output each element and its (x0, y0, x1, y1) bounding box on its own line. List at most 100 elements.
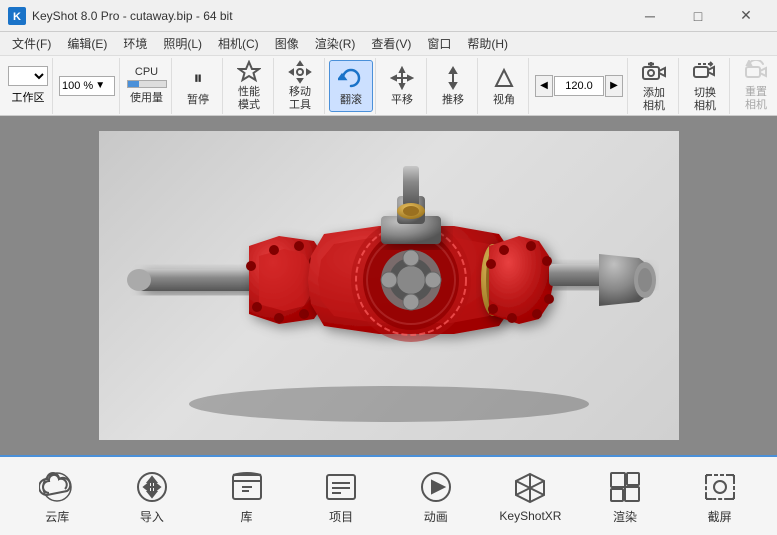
nav-row: ◀ ▶ (535, 75, 623, 97)
workspace-group: 工作区 (4, 58, 53, 114)
maximize-button[interactable]: □ (675, 0, 721, 32)
close-button[interactable]: ✕ (723, 0, 769, 32)
library-label: 库 (241, 508, 253, 525)
viewangle-group: 视角 (480, 58, 529, 114)
pause-group: ⏸ 暂停 (174, 58, 223, 114)
cloud-label: 云库 (45, 508, 69, 525)
dock-render[interactable]: 渲染 (590, 460, 660, 532)
keyshotxr-icon (511, 469, 549, 507)
perf-button[interactable]: 性能 模式 (227, 60, 271, 112)
num-left-button[interactable]: ◀ (535, 75, 553, 97)
resetcam-group: 重置 相机 (732, 58, 777, 114)
viewport[interactable] (99, 131, 679, 440)
menu-lighting[interactable]: 照明(L) (155, 32, 210, 56)
dock-project[interactable]: 项目 (306, 460, 376, 532)
import-label: 导入 (140, 508, 164, 525)
dock-import[interactable]: 导入 (117, 460, 187, 532)
viewangle-label: 视角 (493, 94, 515, 106)
cloud-icon (38, 468, 76, 506)
screenshot-label: 截屏 (708, 508, 732, 525)
dolly-icon (439, 64, 467, 92)
render-icon (606, 468, 644, 506)
bottom-dock: 云库 导入 库 (0, 455, 777, 535)
rotate-button[interactable]: 翻滚 (329, 60, 373, 112)
resetcam-icon (742, 60, 770, 84)
perf-label: 性能 模式 (238, 86, 260, 110)
dock-animation[interactable]: 动画 (401, 460, 471, 532)
pause-icon: ⏸ (184, 64, 212, 92)
switchcam-group: 切换 相机 (681, 58, 730, 114)
pan-button[interactable]: 平移 (380, 60, 424, 112)
switchcam-icon (691, 59, 719, 85)
title-text: KeyShot 8.0 Pro - cutaway.bip - 64 bit (32, 9, 627, 23)
menu-env[interactable]: 环境 (115, 32, 155, 56)
num-right-button[interactable]: ▶ (605, 75, 623, 97)
rotate-label: 翻滚 (340, 94, 362, 106)
main-area (0, 116, 777, 455)
move-group: 移动 工具 (276, 58, 325, 114)
dolly-group: 推移 (429, 58, 478, 114)
pan-icon (388, 64, 416, 92)
resetcam-label: 重置 相机 (745, 86, 767, 110)
move-button[interactable]: 移动 工具 (278, 60, 322, 112)
dolly-label: 推移 (442, 94, 464, 106)
perf-group: 性能 模式 (225, 58, 274, 114)
addcam-icon (640, 59, 668, 85)
resetcam-button[interactable]: 重置 相机 (734, 60, 777, 112)
menu-render[interactable]: 渲染(R) (307, 32, 364, 56)
addcam-label: 添加 相机 (643, 87, 665, 111)
project-icon (322, 468, 360, 506)
toolbar: 工作区 100 % ▼ CPU 使用量 ⏸ 暂停 性能 模式 (0, 56, 777, 116)
percent-input[interactable]: 100 % ▼ (59, 76, 115, 96)
screenshot-icon (701, 468, 739, 506)
switchcam-button[interactable]: 切换 相机 (683, 60, 727, 112)
import-icon (133, 468, 171, 506)
addcam-button[interactable]: 添加 相机 (632, 60, 676, 112)
move-label: 移动 工具 (289, 86, 311, 110)
render-label: 渲染 (613, 508, 637, 525)
pan-label: 平移 (391, 94, 413, 106)
animation-icon (417, 468, 455, 506)
menu-help[interactable]: 帮助(H) (459, 32, 516, 56)
pause-label: 暂停 (187, 94, 209, 106)
viewangle-icon (490, 64, 518, 92)
3d-model (119, 146, 659, 426)
cpu-label: CPU (135, 66, 158, 78)
workspace-label: 工作区 (12, 89, 45, 105)
menu-file[interactable]: 文件(F) (4, 32, 59, 56)
dock-keyshotxr[interactable]: KeyShotXR (495, 460, 565, 532)
minimize-button[interactable]: ─ (627, 0, 673, 32)
percent-dropdown-arrow[interactable]: ▼ (95, 80, 105, 91)
addcam-group: 添加 相机 (630, 58, 679, 114)
rotate-icon (337, 64, 365, 92)
app-logo: K (8, 7, 26, 25)
keyshotxr-label: KeyShotXR (499, 509, 561, 523)
pause-button[interactable]: ⏸ 暂停 (176, 60, 220, 112)
menu-image[interactable]: 图像 (267, 32, 307, 56)
num-input[interactable] (554, 76, 604, 96)
menu-view[interactable]: 查看(V) (363, 32, 419, 56)
menu-camera[interactable]: 相机(C) (210, 32, 267, 56)
dolly-button[interactable]: 推移 (431, 60, 475, 112)
animation-label: 动画 (424, 508, 448, 525)
num-group: ◀ ▶ (531, 58, 628, 114)
dock-library[interactable]: 库 (212, 460, 282, 532)
dock-cloud[interactable]: 云库 (22, 460, 92, 532)
rotate-group: 翻滚 (327, 58, 376, 114)
svg-text:K: K (13, 11, 21, 23)
title-bar: K KeyShot 8.0 Pro - cutaway.bip - 64 bit… (0, 0, 777, 32)
perf-icon (235, 60, 263, 84)
percent-group: 100 % ▼ (55, 58, 120, 114)
cpu-bar-fill (128, 81, 139, 87)
move-icon (286, 60, 314, 84)
use-label: 使用量 (130, 89, 163, 105)
project-label: 项目 (329, 508, 353, 525)
workspace-dropdown[interactable] (8, 66, 48, 86)
library-icon (228, 468, 266, 506)
menu-edit[interactable]: 编辑(E) (59, 32, 115, 56)
menu-window[interactable]: 窗口 (419, 32, 459, 56)
viewangle-button[interactable]: 视角 (482, 60, 526, 112)
switchcam-label: 切换 相机 (694, 87, 716, 111)
dock-screenshot[interactable]: 截屏 (685, 460, 755, 532)
pan-group: 平移 (378, 58, 427, 114)
